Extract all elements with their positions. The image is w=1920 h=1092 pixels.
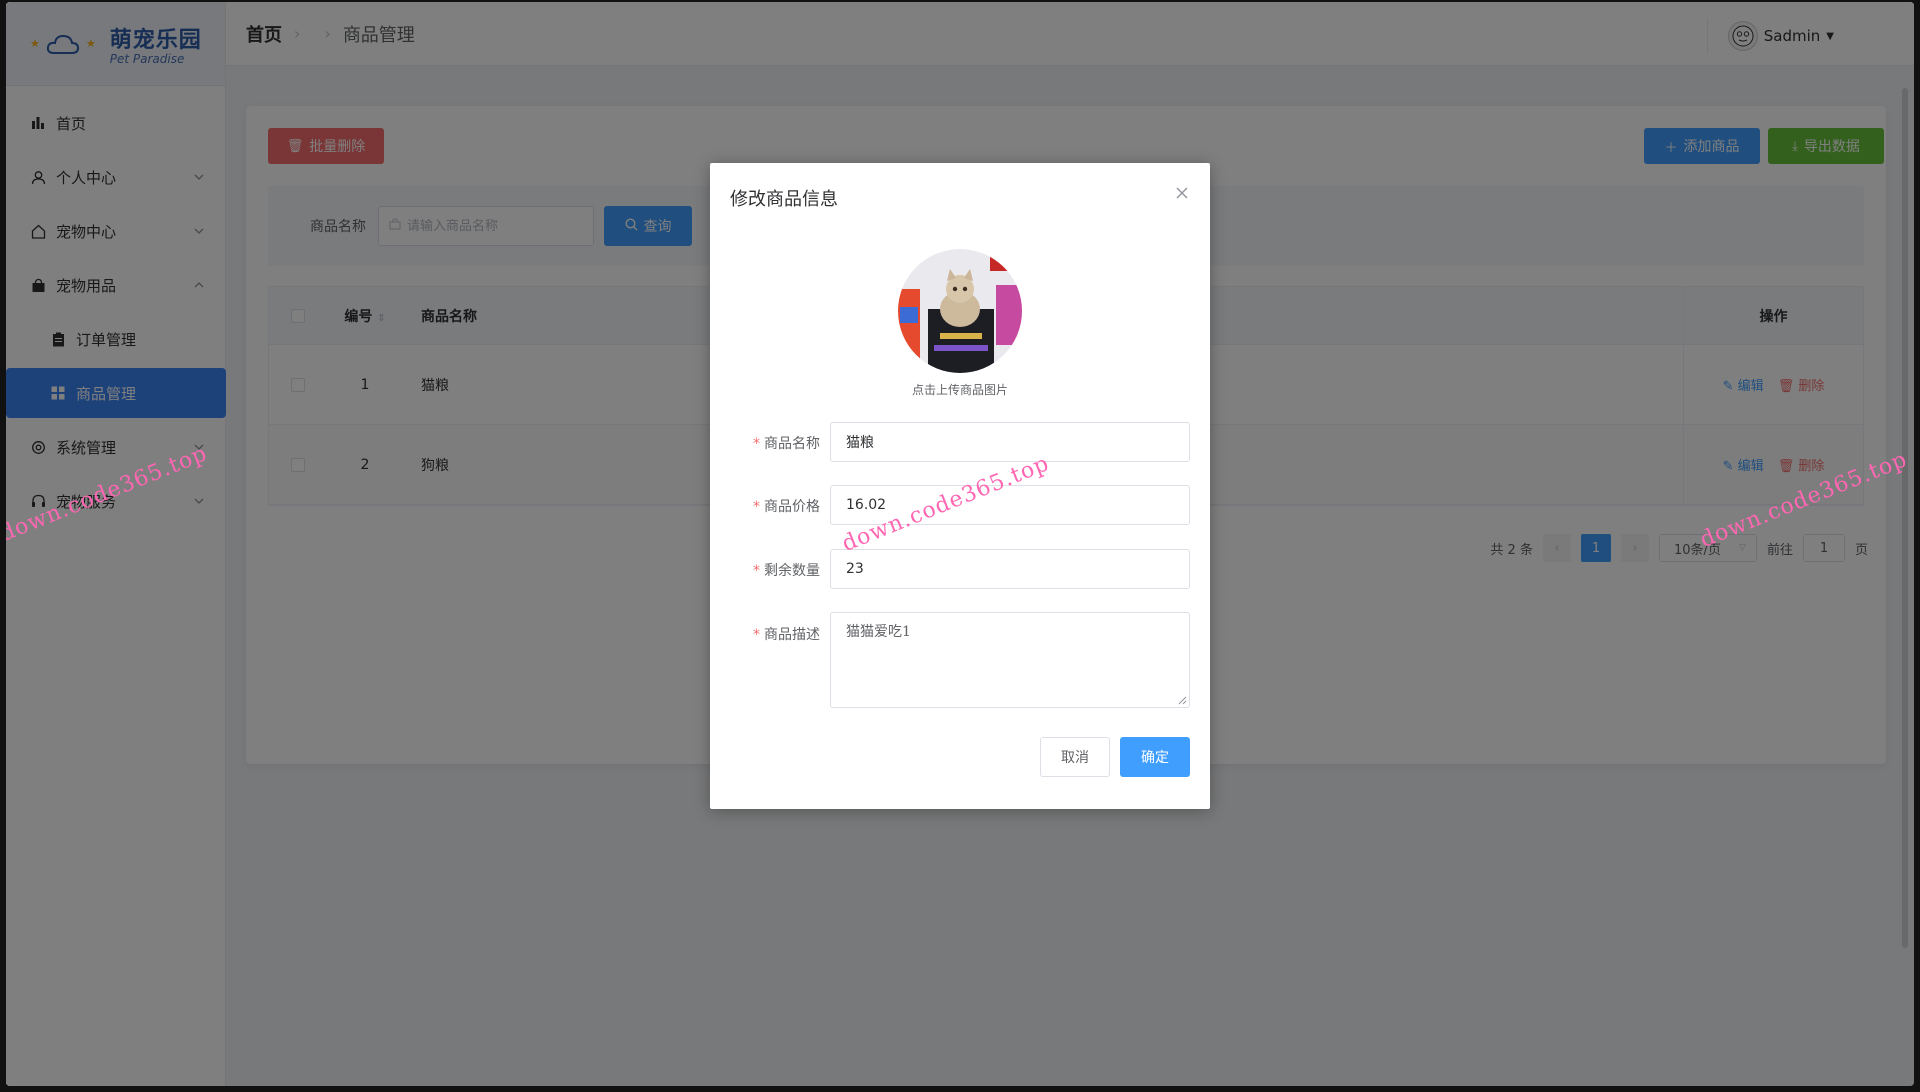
product-name-input[interactable]: [846, 434, 1189, 450]
confirm-button[interactable]: 确定: [1120, 737, 1190, 777]
stock-label: 剩余数量: [764, 563, 820, 579]
cat-food-product-image: [898, 249, 1022, 373]
name-label: 商品名称: [764, 436, 820, 452]
product-image-upload[interactable]: [898, 249, 1022, 373]
price-label: 商品价格: [764, 499, 820, 515]
cancel-button[interactable]: 取消: [1040, 737, 1110, 777]
resize-handle-icon[interactable]: [1177, 695, 1187, 705]
dialog-title: 修改商品信息: [730, 189, 838, 210]
close-icon[interactable]: [1174, 185, 1190, 201]
product-stock-input[interactable]: [846, 561, 1189, 577]
upload-tip: 点击上传商品图片: [911, 383, 1008, 397]
product-description-textarea[interactable]: 猫猫爱吃1: [846, 621, 1174, 699]
app-window: ★ ★ 萌宠乐园 Pet Paradise 首页 个人中心: [6, 2, 1914, 1086]
desc-label: 商品描述: [764, 627, 820, 643]
